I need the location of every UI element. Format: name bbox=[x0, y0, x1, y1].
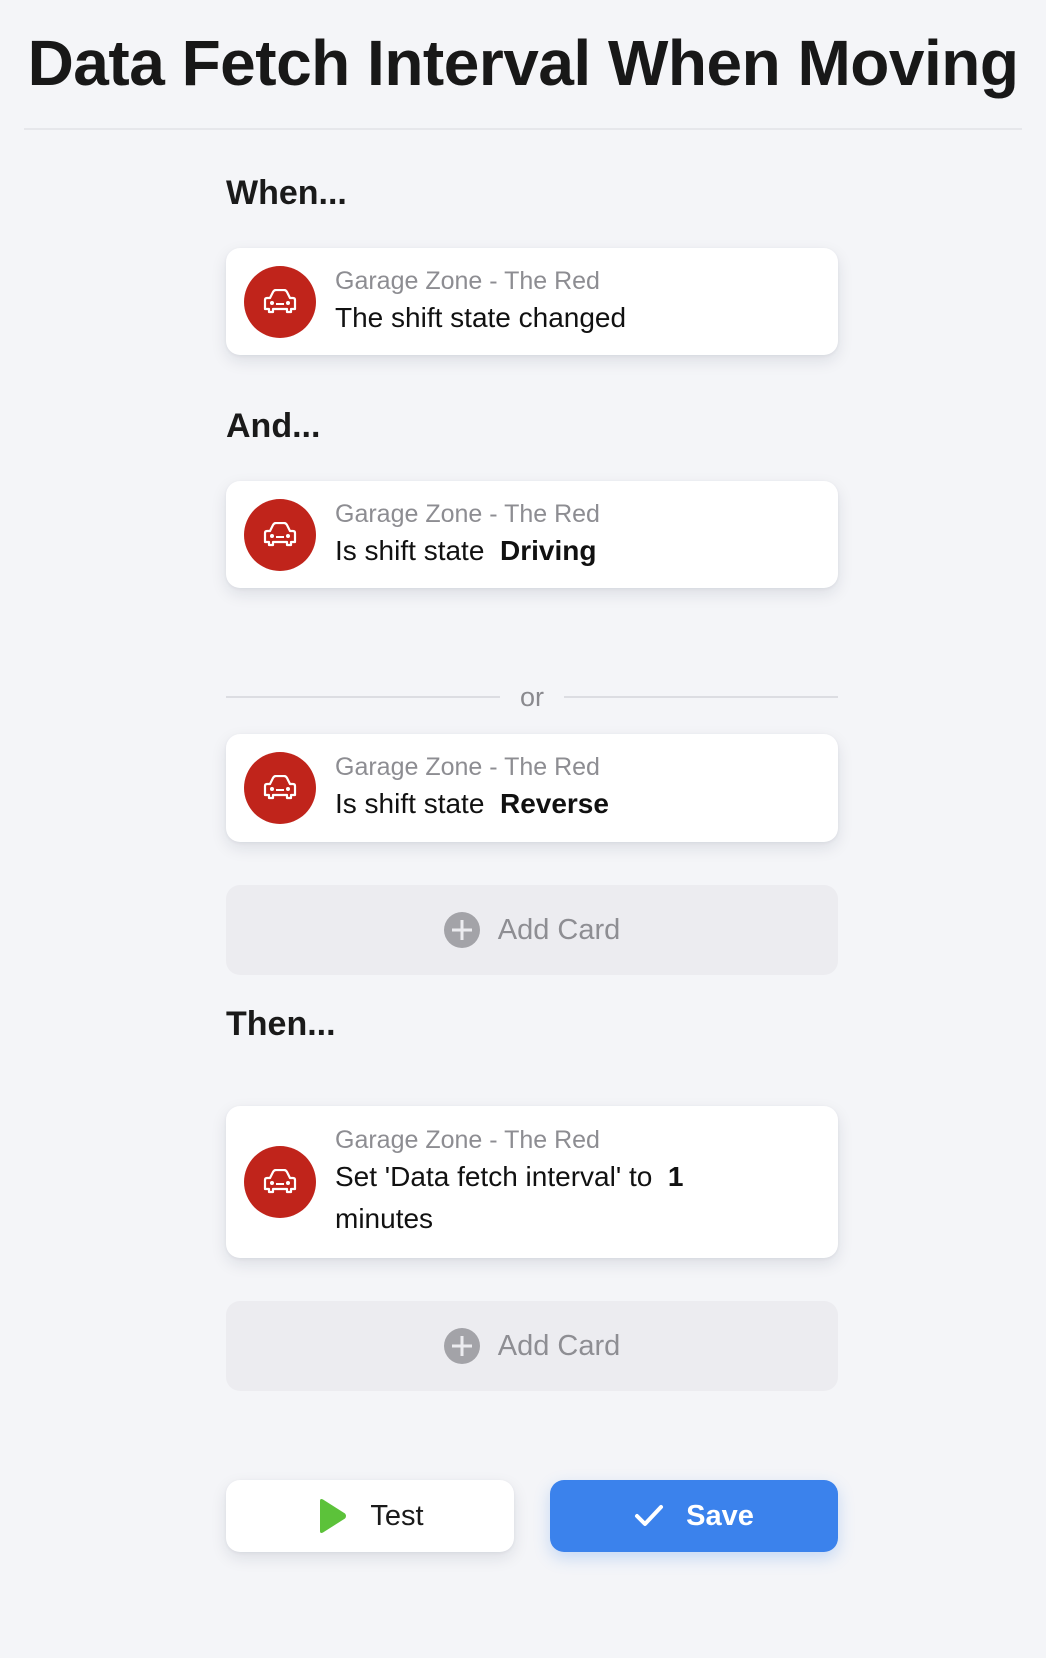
action-value: 1 bbox=[667, 1161, 684, 1192]
condition-value: Driving bbox=[499, 534, 597, 566]
and-section-label: And... bbox=[226, 407, 321, 445]
card-device: Garage Zone - The Red bbox=[335, 753, 600, 781]
condition-value: Reverse bbox=[499, 788, 609, 819]
card-device: Garage Zone - The Red bbox=[335, 1126, 600, 1154]
or-label: or bbox=[520, 681, 545, 712]
car-icon bbox=[244, 752, 316, 824]
test-button-label: Test bbox=[370, 1499, 424, 1532]
condition-text: Is shift state bbox=[335, 534, 485, 566]
card-text: Garage Zone - The Red Is shift state Rev… bbox=[335, 751, 818, 825]
page-header: Data Fetch Interval When Moving bbox=[24, 0, 1022, 130]
card-condition: Is shift state Driving bbox=[335, 530, 818, 572]
divider bbox=[564, 696, 839, 698]
plus-circle-icon bbox=[443, 1328, 480, 1364]
add-condition-card-button[interactable]: Add Card bbox=[226, 885, 838, 975]
card-device: Garage Zone - The Red bbox=[335, 499, 600, 528]
or-separator: or bbox=[226, 677, 839, 717]
condition-text: Is shift state bbox=[335, 788, 485, 819]
add-action-card-button[interactable]: Add Card bbox=[226, 1301, 838, 1391]
divider bbox=[226, 696, 500, 698]
when-trigger-card[interactable]: Garage Zone - The Red The shift state ch… bbox=[226, 248, 838, 355]
car-icon bbox=[244, 498, 316, 571]
card-action: Set 'Data fetch interval' to 1 minutes bbox=[335, 1156, 818, 1240]
plus-circle-icon bbox=[443, 912, 480, 948]
action-text: Set 'Data fetch interval' to bbox=[335, 1161, 653, 1192]
add-card-label: Add Card bbox=[497, 1329, 621, 1362]
then-section-label: Then... bbox=[226, 1005, 336, 1043]
and-condition-card-reverse[interactable]: Garage Zone - The Red Is shift state Rev… bbox=[226, 734, 838, 842]
car-icon bbox=[244, 265, 316, 338]
card-text: Garage Zone - The Red The shift state ch… bbox=[335, 265, 818, 339]
then-action-card[interactable]: Garage Zone - The Red Set 'Data fetch in… bbox=[226, 1106, 838, 1258]
card-condition: Is shift state Reverse bbox=[335, 783, 818, 825]
car-icon bbox=[244, 1146, 316, 1218]
save-button[interactable]: Save bbox=[550, 1480, 838, 1552]
card-text: Garage Zone - The Red Set 'Data fetch in… bbox=[335, 1124, 818, 1240]
save-button-label: Save bbox=[686, 1499, 754, 1532]
test-button[interactable]: Test bbox=[226, 1480, 514, 1552]
card-condition: The shift state changed bbox=[335, 301, 627, 333]
page-title: Data Fetch Interval When Moving bbox=[27, 27, 1019, 99]
and-condition-card-driving[interactable]: Garage Zone - The Red Is shift state Dri… bbox=[226, 481, 838, 588]
action-suffix: minutes bbox=[335, 1203, 434, 1234]
card-text: Garage Zone - The Red Is shift state Dri… bbox=[335, 498, 818, 572]
add-card-label: Add Card bbox=[497, 913, 621, 946]
play-icon bbox=[316, 1498, 348, 1534]
checkmark-icon bbox=[634, 1504, 664, 1528]
card-device: Garage Zone - The Red bbox=[335, 266, 600, 295]
when-section-label: When... bbox=[226, 174, 347, 212]
